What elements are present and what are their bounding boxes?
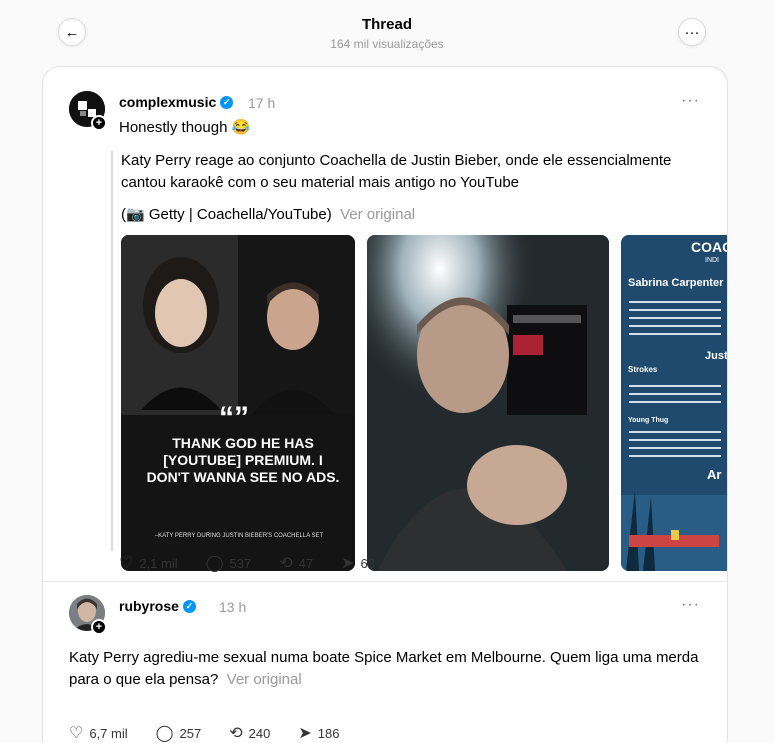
verified-badge-icon: ✓ — [220, 95, 234, 109]
image-quote: THANK GOD HE HAS [YOUTUBE] PREMIUM. I DO… — [146, 435, 340, 485]
see-original-link[interactable]: Ver original — [340, 206, 415, 223]
image-attribution: –KATY PERRY DURING JUSTIN BIEBER'S COACH… — [154, 533, 324, 539]
like-button[interactable]: ♡ 6,7 mil — [69, 723, 128, 743]
image-coachella-lineup[interactable]: COAC INDI Sabrina Carpenter Justi Stroke… — [621, 235, 728, 571]
top-bar: ← Thread 164 mil visualizações ··· — [0, 0, 774, 62]
lineup-headliner-5: Ar — [707, 467, 722, 482]
verified-badge-icon: ✓ — [182, 599, 196, 613]
repost-button[interactable]: ⟲ 240 — [229, 723, 270, 743]
username[interactable]: rubyrose ✓ — [119, 598, 196, 614]
image-source: (📷 Getty | Coachella/YouTube) Ver origin… — [121, 206, 416, 223]
lineup-artist-3: Strokes — [628, 365, 658, 374]
username[interactable]: complexmusic ✓ — [119, 94, 234, 110]
follow-plus-icon[interactable]: + — [91, 115, 107, 131]
image-justin-selfie[interactable] — [367, 235, 609, 571]
quote-bar — [111, 151, 113, 551]
follow-plus-icon[interactable]: + — [91, 619, 107, 635]
post-actions: ♡ 2,1 mil ◯ 537 ⟲ 47 ➤ 63 — [119, 553, 403, 573]
share-button[interactable]: ➤ 63 — [341, 553, 375, 573]
thread-more-button[interactable]: ··· — [678, 18, 706, 46]
reply-button[interactable]: ◯ 537 — [206, 553, 252, 573]
lineup-headliner-1: Sabrina Carpenter — [628, 277, 724, 289]
lineup-sublogo: INDI — [705, 257, 719, 264]
comment-icon: ◯ — [205, 555, 224, 572]
more-icon: ··· — [684, 23, 700, 41]
thread-card: + complexmusic ✓ 17 h ··· Honestly thoug… — [42, 66, 728, 743]
image-katy-justin[interactable]: “” THANK GOD HE HAS [YOUTUBE] PREMIUM. I… — [121, 235, 355, 571]
lineup-artist-4: Young Thug — [628, 417, 669, 424]
post-more-icon[interactable]: ··· — [681, 596, 700, 614]
selfie-photo — [367, 235, 609, 571]
like-button[interactable]: ♡ 2,1 mil — [119, 553, 178, 573]
lineup-headliner-2: Justi — [705, 350, 728, 362]
heart-icon: ♡ — [69, 725, 84, 742]
share-button[interactable]: ➤ 186 — [298, 723, 339, 743]
post-time: 13 h — [219, 599, 247, 615]
repost-icon: ⟲ — [279, 555, 293, 572]
post-more-icon[interactable]: ··· — [681, 92, 700, 110]
quote-mark: “” — [219, 401, 249, 434]
send-icon: ➤ — [298, 725, 312, 742]
post-text: Katy Perry agrediu-me sexual numa boate … — [69, 649, 699, 688]
comment-icon: ◯ — [155, 725, 174, 742]
post-complexmusic: + complexmusic ✓ 17 h ··· Honestly thoug… — [43, 67, 728, 587]
repost-icon: ⟲ — [229, 725, 243, 742]
see-original-link[interactable]: Ver original — [227, 671, 302, 688]
post-actions: ♡ 6,7 mil ◯ 257 ⟲ 240 ➤ 186 — [69, 723, 367, 743]
post-time: 17 h — [248, 95, 276, 111]
reply-button[interactable]: ◯ 257 — [156, 723, 202, 743]
repost-button[interactable]: ⟲ 47 — [279, 553, 313, 573]
lineup-logo: COAC — [691, 239, 727, 255]
heart-icon: ♡ — [119, 555, 134, 572]
view-count: 164 mil visualizações — [330, 37, 444, 51]
post-rubyrose: + rubyrose ✓ 13 h ··· Katy Perry agrediu… — [43, 581, 727, 743]
send-icon: ➤ — [341, 555, 355, 572]
page-title: Thread — [361, 16, 412, 33]
post-text: Honestly though 😂 — [119, 119, 251, 136]
quoted-text: Katy Perry reage ao conjunto Coachella d… — [121, 152, 672, 191]
